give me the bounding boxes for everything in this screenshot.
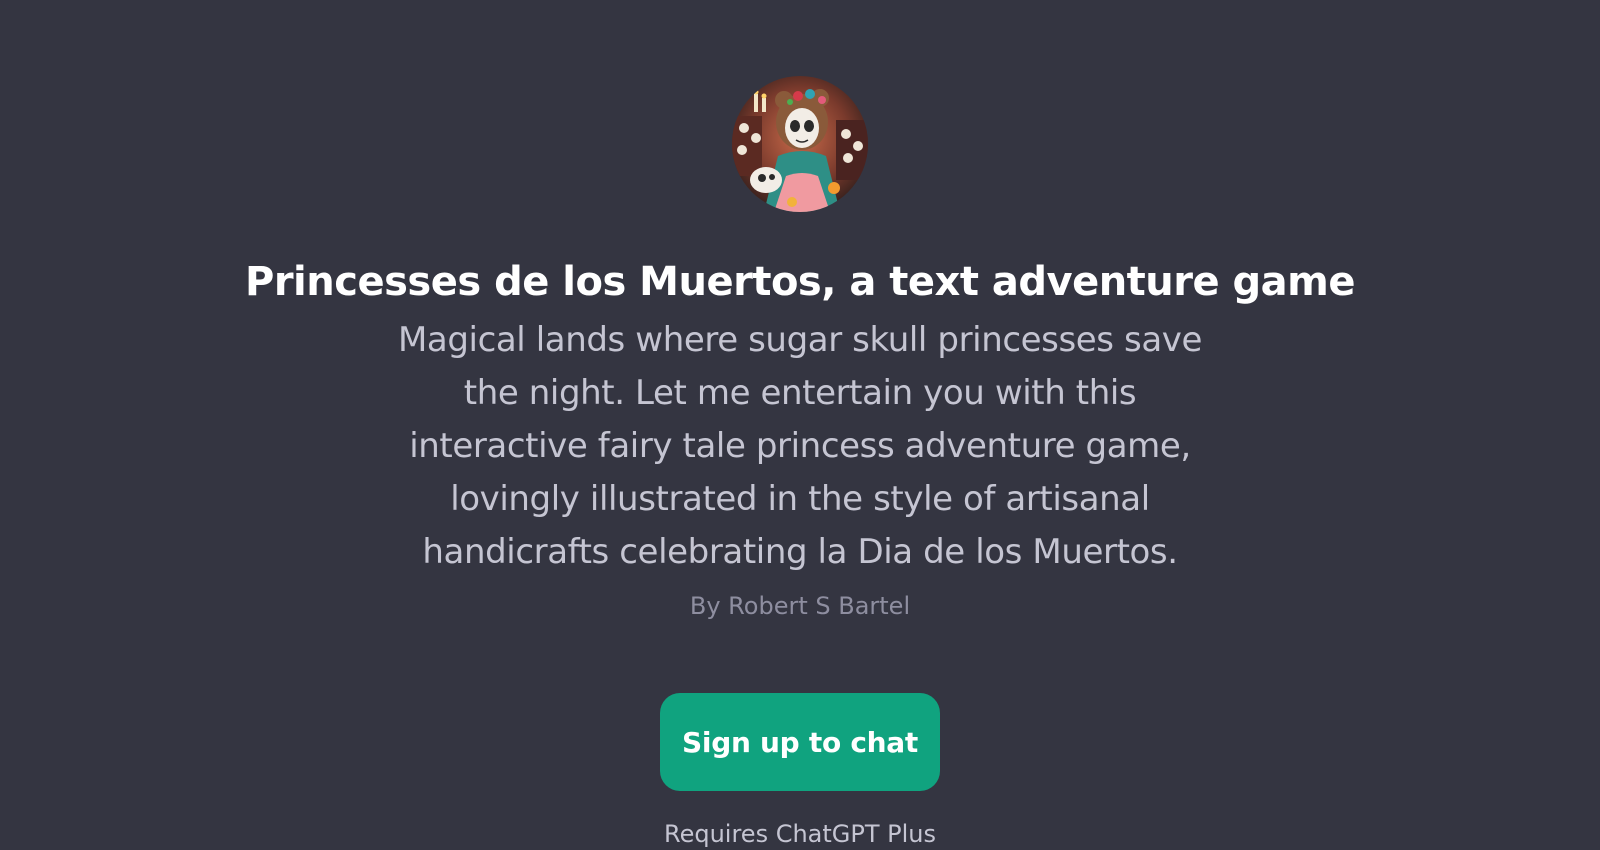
gpt-avatar [732, 76, 868, 212]
gpt-title: Princesses de los Muertos, a text advent… [245, 259, 1355, 305]
description-line: Magical lands where sugar skull princess… [397, 320, 1203, 360]
description-line: lovingly illustrated in the style of art… [450, 479, 1150, 519]
gpt-author: By Robert S Bartel [689, 592, 911, 620]
requires-plus-note: Requires ChatGPT Plus [663, 820, 936, 848]
sugar-skull-princess-icon [732, 76, 868, 212]
description-line: handicrafts celebrating la Dia de los Mu… [422, 532, 1178, 572]
description-line: the night. Let me entertain you with thi… [463, 373, 1137, 413]
sign-up-to-chat-button[interactable]: Sign up to chat [660, 693, 940, 791]
description-line: interactive fairy tale princess adventur… [409, 426, 1191, 466]
gpt-description: Magical lands where sugar skull princess… [380, 314, 1220, 579]
gpt-landing-page: Princesses de los Muertos, a text advent… [0, 0, 1600, 848]
